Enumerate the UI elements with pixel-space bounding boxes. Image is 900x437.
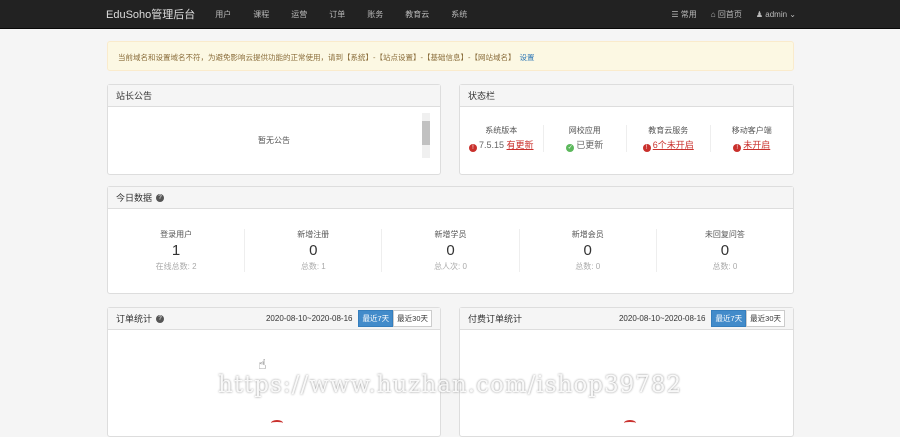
nav-system[interactable]: 系统 (451, 9, 467, 20)
common-menu[interactable]: ☰ 常用 (671, 9, 696, 20)
stat-new-students: 新增学员 0 总人次: 0 (382, 229, 520, 272)
brand[interactable]: EduSoho管理后台 (106, 6, 195, 22)
stat-new-members: 新增会员 0 总数: 0 (520, 229, 657, 272)
stat-sub: 总人次: 0 (434, 262, 467, 271)
stat-sub: 总数: 1 (300, 262, 326, 271)
version-number: 7.5.15 (478, 140, 504, 150)
user-menu[interactable]: ♟ admin ⌄ (756, 10, 796, 19)
hand-cursor-icon: ☝ (258, 356, 267, 372)
status-apps: 网校应用 ✓ 已更新 (544, 125, 627, 152)
check-icon: ✓ (566, 144, 575, 152)
stat-label: 新增会员 (571, 230, 604, 239)
panel-title: 今日数据 (116, 193, 153, 203)
watermark: https://www.huzhan.com/ishop39782 (218, 372, 683, 398)
stat-unanswered: 未回复问答 0 总数: 0 (657, 229, 793, 272)
common-label: 常用 (680, 10, 697, 19)
panel-title: 订单统计 (116, 314, 153, 324)
stat-label: 登录用户 (160, 230, 193, 239)
user-icon: ♟ (755, 10, 766, 19)
stat-new-registrations: 新增注册 0 总数: 1 (245, 229, 383, 272)
nav-cloud[interactable]: 教育云 (405, 9, 429, 20)
last-30-days-button[interactable]: 最近30天 (746, 310, 785, 327)
nav-users[interactable]: 用户 (215, 9, 231, 20)
nav-orders[interactable]: 订单 (329, 9, 345, 20)
stat-value: 0 (720, 242, 730, 259)
loading-spinner (624, 420, 636, 426)
stat-value: 0 (309, 242, 318, 259)
status-mobile: 移动客户端! 未开启 (711, 125, 794, 152)
nav-courses[interactable]: 课程 (253, 9, 269, 20)
last-7-days-button[interactable]: 最近7天 (358, 310, 394, 327)
update-link[interactable]: 有更新 (507, 140, 534, 150)
home-icon: ⌂ (710, 10, 718, 19)
notice-panel: 站长公告 暂无公告 (107, 84, 441, 175)
stat-value: 1 (171, 242, 181, 259)
help-icon[interactable]: ? (156, 193, 165, 202)
last-7-days-button[interactable]: 最近7天 (711, 310, 747, 327)
last-30-days-button[interactable]: 最近30天 (393, 310, 432, 327)
username: admin (765, 10, 788, 19)
date-range: 2020-08-10~2020-08-16 (618, 314, 706, 323)
stat-value: 0 (583, 242, 592, 259)
alert-icon: ! (642, 144, 651, 152)
stat-label: 未回复问答 (704, 230, 745, 239)
loading-spinner (271, 420, 283, 426)
alert-text: 当前域名和设置域名不符，为避免影响云提供功能的正常使用，请到【系统】-【站点设置… (118, 53, 516, 62)
stat-label: 新增学员 (434, 230, 467, 239)
stat-label: 新增注册 (297, 230, 330, 239)
panel-title: 付费订单统计 (468, 314, 523, 324)
alert-icon: ! (468, 144, 477, 152)
home-link[interactable]: ⌂ 回首页 (711, 9, 742, 20)
chevron-down-icon: ⌄ (787, 10, 796, 19)
stat-sub: 在线总数: 2 (155, 262, 197, 271)
scrollbar[interactable] (422, 113, 430, 158)
status-label: 网校应用 (568, 126, 601, 135)
today-panel: 今日数据? 登录用户 1 在线总数: 2 新增注册 0 总数: 1 新增学员 0 总人次: … (107, 186, 794, 294)
nav-finance[interactable]: 账务 (367, 9, 383, 20)
status-label: 教育云服务 (648, 126, 689, 135)
mobile-link[interactable]: 未开启 (743, 140, 770, 150)
alert-settings-link[interactable]: 设置 (520, 53, 535, 62)
cloud-link[interactable]: 6个未开启 (653, 140, 694, 150)
home-label: 回首页 (717, 10, 742, 19)
stat-sub: 总数: 0 (712, 262, 738, 271)
panel-title: 状态栏 (468, 91, 496, 101)
status-panel: 状态栏 系统版本! 7.5.15 有更新 网校应用 ✓ 已更新 教育云服务! 6个未开启… (459, 84, 794, 175)
stat-value: 0 (446, 242, 455, 259)
date-range: 2020-08-10~2020-08-16 (265, 314, 353, 323)
alert-icon: ! (733, 144, 742, 152)
status-label: 移动客户端 (731, 126, 772, 135)
status-label: 系统版本 (485, 126, 518, 135)
nav-operations[interactable]: 运营 (291, 9, 307, 20)
status-version: 系统版本! 7.5.15 有更新 (460, 125, 544, 152)
empty-notice: 暂无公告 (258, 136, 290, 145)
help-icon[interactable]: ? (156, 314, 165, 323)
domain-warning-alert: 当前域名和设置域名不符，为避免影响云提供功能的正常使用，请到【系统】-【站点设置… (107, 41, 794, 71)
status-text: 已更新 (576, 140, 604, 150)
panel-title: 站长公告 (116, 91, 153, 101)
top-navbar: EduSoho管理后台 用户 课程 运营 订单 账务 教育云 系统 ☰ 常用 ⌂… (0, 0, 900, 29)
list-icon: ☰ (671, 10, 681, 19)
status-cloud: 教育云服务! 6个未开启 (627, 125, 711, 152)
stat-login-users: 登录用户 1 在线总数: 2 (108, 229, 246, 272)
stat-sub: 总数: 0 (575, 262, 601, 271)
